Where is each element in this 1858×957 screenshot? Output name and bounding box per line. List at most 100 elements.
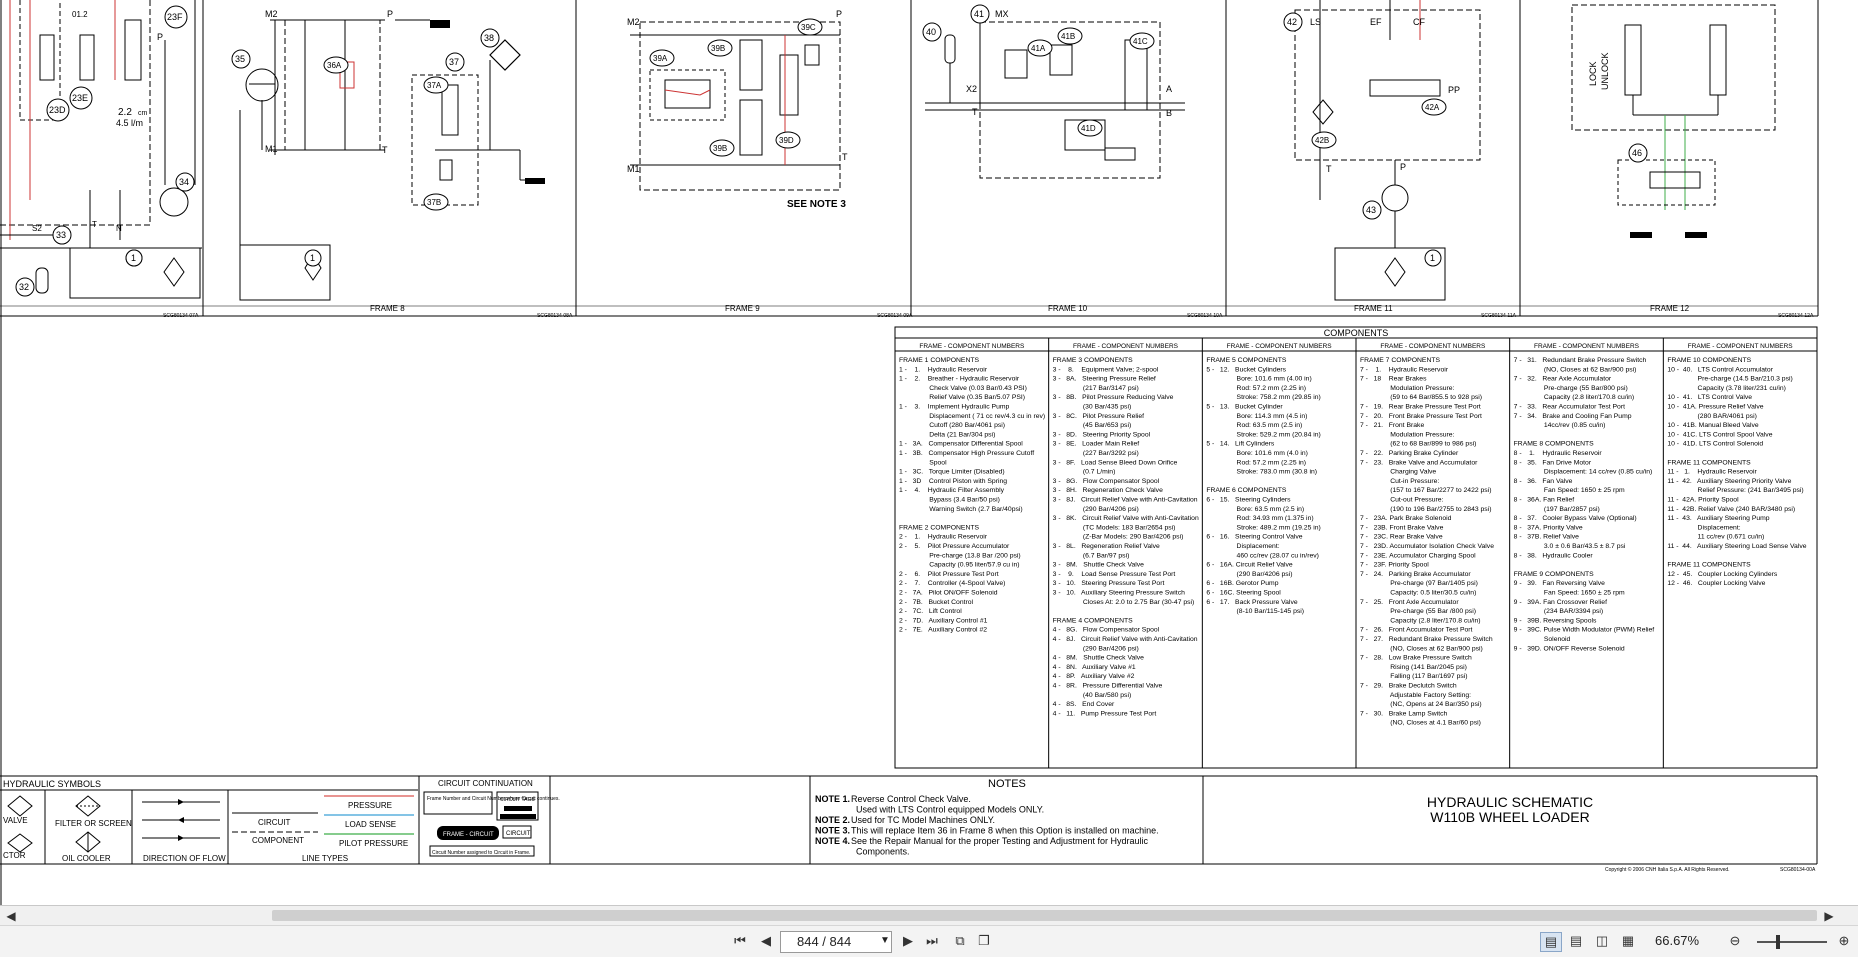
- component-line: Closes At: 2.0 to 2.75 Bar (30-47 psi): [1053, 599, 1195, 606]
- component-line: 7 - 24. Parking Brake Accumulator: [1360, 571, 1471, 578]
- component-line: FRAME 1 COMPONENTS: [899, 357, 980, 364]
- label-36A: 36A: [327, 61, 342, 70]
- component-line: 2 - 7D. Auxiliary Control #1: [899, 617, 988, 624]
- component-line: 6 - 16C. Steering Spool: [1206, 590, 1281, 597]
- zoom-in-icon[interactable]: ⊕: [1834, 932, 1854, 950]
- label-42B: 42B: [1315, 136, 1329, 145]
- zoom-out-icon[interactable]: ⊖: [1725, 932, 1745, 950]
- component-line: 1 - 4. Hydraulic Filter Assembly: [899, 487, 1005, 494]
- copyright: Copyright © 2006 CNH Italia S.p.A. All R…: [1605, 866, 1730, 873]
- component-line: 2 - 7. Controller (4-Spool Valve): [899, 580, 1005, 587]
- component-line: 3 - 8K. Circuit Relief Valve with Anti-C…: [1053, 515, 1199, 522]
- label-P-f11: P: [1400, 162, 1406, 172]
- component-line: Stroke: 489.2 mm (19.25 in): [1206, 524, 1320, 531]
- component-line: FRAME 2 COMPONENTS: [899, 524, 980, 531]
- scroll-thumb[interactable]: [272, 910, 1817, 921]
- component-line: 3 - 8C. Pilot Pressure Relief: [1053, 413, 1145, 420]
- label-39C: 39C: [801, 23, 816, 32]
- component-line: (6.7 Bar/97 psi): [1053, 552, 1130, 559]
- component-line: 2 - 7E. Auxiliary Control #2: [899, 627, 987, 634]
- label-M2-f9: M2: [627, 17, 640, 27]
- label-P-f9: P: [836, 9, 842, 19]
- zoom-level[interactable]: 66.67%: [1655, 932, 1699, 950]
- last-page-icon[interactable]: ⏭: [922, 932, 942, 950]
- note-text: Reverse Control Check Valve.: [851, 794, 971, 804]
- component-line: (290 Bar/4206 psi): [1053, 645, 1139, 652]
- component-line: 10 - 41. LTS Control Valve: [1667, 394, 1752, 401]
- scroll-right-icon[interactable]: ▶: [1822, 908, 1836, 924]
- component-line: 11 - 42B. Relief Valve (240 BAR/3480 psi…: [1667, 506, 1795, 513]
- note-text: Used with LTS Control equipped Models ON…: [856, 805, 1044, 815]
- label-MX: MX: [995, 9, 1009, 19]
- facing-page-icon[interactable]: ◫: [1592, 932, 1612, 950]
- component-line: 2 - 7B. Bucket Control: [899, 599, 974, 606]
- label-T-f10: T: [972, 107, 978, 117]
- circuit-continuation: CIRCUIT CONTINUATION Frame Number and Ci…: [423, 779, 560, 857]
- component-line: 6 - 16A. Circuit Relief Valve: [1206, 562, 1293, 569]
- component-line: 1 - 3C. Torque Limiter (Disabled): [899, 469, 1005, 476]
- component-line: 1 - 3B. Compensator High Pressure Cutoff: [899, 450, 1034, 457]
- legend-direction: DIRECTION OF FLOW: [143, 854, 226, 863]
- zoom-slider-handle[interactable]: [1776, 935, 1780, 949]
- component-line: (280 BAR/4061 psi): [1667, 413, 1757, 420]
- label-M1: M1: [265, 144, 278, 154]
- component-line: (NO, Closes at 62 Bar/900 psi): [1360, 645, 1483, 652]
- component-line: (30 Bar/435 psi): [1053, 404, 1132, 411]
- horizontal-scrollbar[interactable]: ◀ ▶: [0, 905, 1858, 926]
- label-N: N: [116, 224, 122, 233]
- component-line: 7 - 23E. Accumulator Charging Spool: [1360, 552, 1476, 559]
- component-line: 3 - 8E. Loader Main Relief: [1053, 441, 1140, 448]
- component-line: 11 - 44. Auxiliary Steering Load Sense V…: [1667, 543, 1806, 550]
- continuous-facing-icon[interactable]: ▦: [1618, 932, 1638, 950]
- component-line: 7 - 32. Rear Axle Accumulator: [1514, 376, 1612, 383]
- paste-view-icon[interactable]: ❐: [974, 932, 994, 950]
- scroll-left-icon[interactable]: ◀: [4, 908, 18, 924]
- continuous-page-icon[interactable]: ▤: [1566, 932, 1586, 950]
- next-page-icon[interactable]: ▶: [898, 932, 918, 950]
- column-header: FRAME - COMPONENT NUMBERS: [1688, 343, 1794, 350]
- legend-pilot-pressure: PILOT PRESSURE: [339, 839, 408, 848]
- frame-12-drawing: [1571, 4, 1776, 238]
- single-page-icon[interactable]: ▤: [1540, 932, 1562, 952]
- component-line: 10 - 40. LTS Control Accumulator: [1667, 366, 1773, 373]
- component-line: 7 - 23F. Priority Spool: [1360, 562, 1429, 569]
- component-line: 7 - 23B. Front Brake Valve: [1360, 524, 1444, 531]
- label-32: 32: [19, 282, 29, 292]
- first-page-icon[interactable]: ⏮: [730, 932, 750, 950]
- component-line: 460 cc/rev (28.07 cu in/rev): [1206, 552, 1319, 559]
- component-line: 11 - 43. Auxiliary Steering Pump: [1667, 515, 1769, 522]
- component-line: 3 - 8. Equipment Valve; 2-spool: [1053, 366, 1159, 373]
- label-T8: T: [382, 145, 388, 155]
- component-line: (290 Bar/4206 psi): [1053, 506, 1139, 513]
- frame-label-8: FRAME 8: [370, 304, 405, 313]
- component-line: 7 - 27. Redundant Brake Pressure Switch: [1360, 636, 1493, 643]
- component-line: 7 - 26. Front Accumulator Test Port: [1360, 627, 1473, 634]
- component-line: Bore: 101.6 mm (4.00 in): [1206, 376, 1311, 383]
- component-line: 2 - 5. Pilot Pressure Accumulator: [899, 543, 1010, 550]
- copy-view-icon[interactable]: ⧉: [950, 932, 970, 950]
- legend-line-types: LINE TYPES: [302, 854, 348, 863]
- label-P: P: [157, 32, 163, 42]
- component-line: Pre-charge (55 Bar/800 psi): [1514, 385, 1628, 392]
- component-line: 5 - 13. Bucket Cylinder: [1206, 404, 1283, 411]
- component-line: (45 Bar/653 psi): [1053, 422, 1132, 429]
- component-line: (NO, Closes at 4.1 Bar/60 psi): [1360, 720, 1481, 727]
- note-text: Used for TC Model Machines ONLY.: [851, 815, 995, 825]
- component-line: 2 - 7C. Lift Control: [899, 608, 962, 615]
- component-line: 10 - 41A. Pressure Relief Valve: [1667, 404, 1763, 411]
- label-39A: 39A: [653, 54, 668, 63]
- component-line: 12 - 45. Coupler Locking Cylinders: [1667, 571, 1778, 578]
- frame-8-labels: M2 P 36A 35 37 37A 37B 38 M1 T 1: [231, 9, 500, 267]
- component-line: Capacity (2.8 liter/170.8 cu/in): [1514, 394, 1635, 401]
- label-37B: 37B: [427, 198, 441, 207]
- component-line: 9 - 39A. Fan Crossover Relief: [1514, 599, 1607, 606]
- frame-label-11: FRAME 11: [1354, 304, 1393, 313]
- label-39B-bottom: 39B: [713, 144, 727, 153]
- page-number-field[interactable]: 844 / 844: [780, 931, 892, 953]
- zoom-slider[interactable]: [1757, 941, 1827, 943]
- previous-page-icon[interactable]: ◀: [756, 932, 776, 950]
- component-line: FRAME 4 COMPONENTS: [1053, 617, 1134, 624]
- page-dropdown-icon[interactable]: ▼: [880, 932, 890, 950]
- note-label: NOTE 4.: [815, 836, 850, 846]
- component-line: Capacity: 0.5 liter/30.5 cu/in): [1360, 590, 1476, 597]
